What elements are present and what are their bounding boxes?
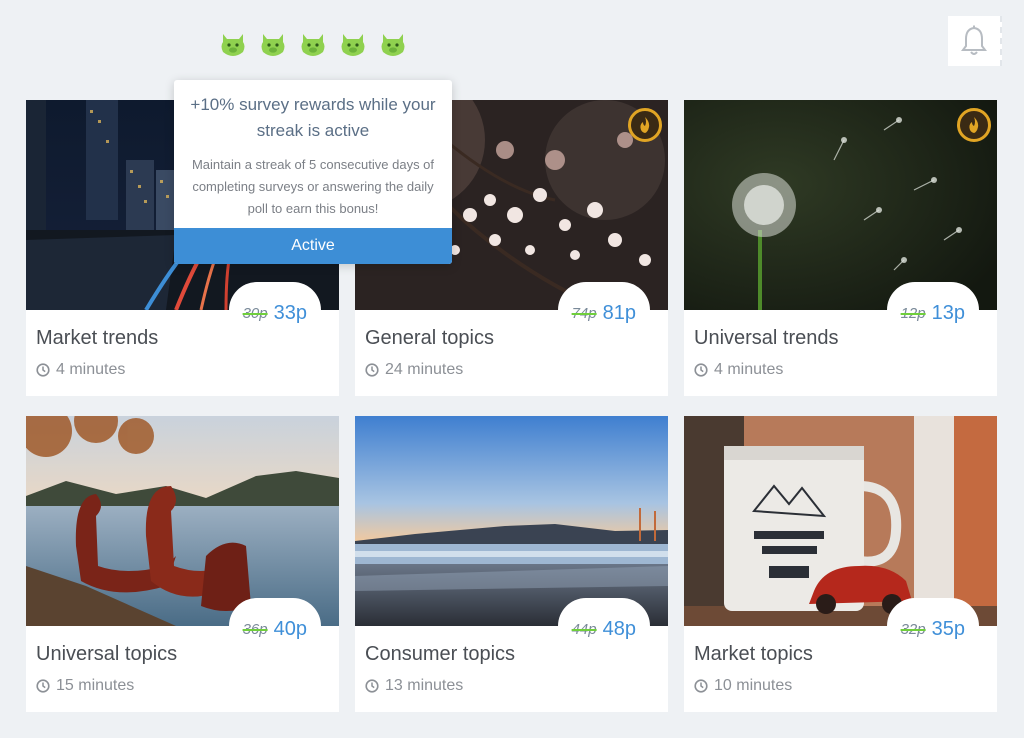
- notifications-button[interactable]: [948, 16, 1002, 66]
- clock-icon: [694, 363, 708, 377]
- survey-image: [355, 416, 668, 626]
- fire-icon: [640, 117, 650, 133]
- survey-title: Universal topics: [36, 643, 178, 665]
- survey-card[interactable]: 36p 40p Universal topics 15 minutes: [26, 416, 339, 712]
- survey-duration: 4 minutes: [694, 361, 783, 379]
- original-reward: 30p: [242, 305, 268, 322]
- survey-title: Market trends: [36, 327, 159, 349]
- survey-duration: 10 minutes: [694, 677, 792, 695]
- clock-icon: [365, 679, 379, 693]
- original-reward: 36p: [242, 621, 268, 638]
- reward-badge: 36p 40p: [228, 598, 321, 654]
- duration-label: 4 minutes: [714, 361, 784, 378]
- reward-badge: 32p 35p: [886, 598, 979, 654]
- tooltip-body: Maintain a streak of 5 consecutive days …: [191, 157, 435, 216]
- streak-bonus-tooltip: +10% survey rewards while your streak is…: [174, 80, 452, 264]
- survey-grid: 30p 33p Market trends 4 minutes 74p 81p …: [26, 100, 997, 712]
- boosted-reward: 13p: [931, 302, 965, 324]
- streak-bonus-badge: [957, 108, 991, 142]
- clock-icon: [36, 679, 50, 693]
- pig-icon: [340, 30, 366, 58]
- reward-badge: 44p 48p: [557, 598, 650, 654]
- boosted-reward: 35p: [931, 618, 965, 640]
- survey-duration: 24 minutes: [365, 361, 463, 379]
- clock-icon: [694, 679, 708, 693]
- tooltip-title: +10% survey rewards while your streak is…: [190, 95, 436, 140]
- boosted-reward: 40p: [273, 618, 307, 640]
- reward-badge: 30p 33p: [228, 282, 321, 338]
- original-reward: 12p: [900, 305, 926, 322]
- survey-title: Market topics: [694, 643, 813, 665]
- pig-icon: [260, 30, 286, 58]
- duration-label: 10 minutes: [714, 677, 793, 694]
- survey-title: Universal trends: [694, 327, 839, 349]
- bell-icon: [961, 25, 987, 55]
- pig-icon: [380, 30, 406, 58]
- duration-label: 24 minutes: [385, 361, 464, 378]
- clock-icon: [365, 363, 379, 377]
- survey-duration: 4 minutes: [36, 361, 125, 379]
- duration-label: 13 minutes: [385, 677, 464, 694]
- active-status-button[interactable]: Active: [174, 228, 452, 264]
- survey-title: Consumer topics: [365, 643, 516, 665]
- streak-indicator: [220, 30, 406, 58]
- duration-label: 4 minutes: [56, 361, 126, 378]
- survey-duration: 15 minutes: [36, 677, 134, 695]
- original-reward: 74p: [571, 305, 597, 322]
- duration-label: 15 minutes: [56, 677, 135, 694]
- survey-card[interactable]: 44p 48p Consumer topics 13 minutes: [355, 416, 668, 712]
- pig-icon: [220, 30, 246, 58]
- clock-icon: [36, 363, 50, 377]
- survey-title: General topics: [365, 327, 494, 349]
- survey-image: [26, 416, 339, 626]
- fire-icon: [969, 117, 979, 133]
- reward-badge: 74p 81p: [557, 282, 650, 338]
- boosted-reward: 33p: [273, 302, 307, 324]
- streak-bonus-badge: [628, 108, 662, 142]
- survey-duration: 13 minutes: [365, 677, 463, 695]
- survey-card[interactable]: 12p 13p Universal trends 4 minutes: [684, 100, 997, 396]
- original-reward: 32p: [900, 621, 926, 638]
- survey-image: [684, 100, 997, 310]
- original-reward: 44p: [571, 621, 597, 638]
- reward-badge: 12p 13p: [886, 282, 979, 338]
- boosted-reward: 81p: [602, 302, 636, 324]
- boosted-reward: 48p: [602, 618, 636, 640]
- pig-icon: [300, 30, 326, 58]
- survey-image: [684, 416, 997, 626]
- survey-card[interactable]: 32p 35p Market topics 10 minutes: [684, 416, 997, 712]
